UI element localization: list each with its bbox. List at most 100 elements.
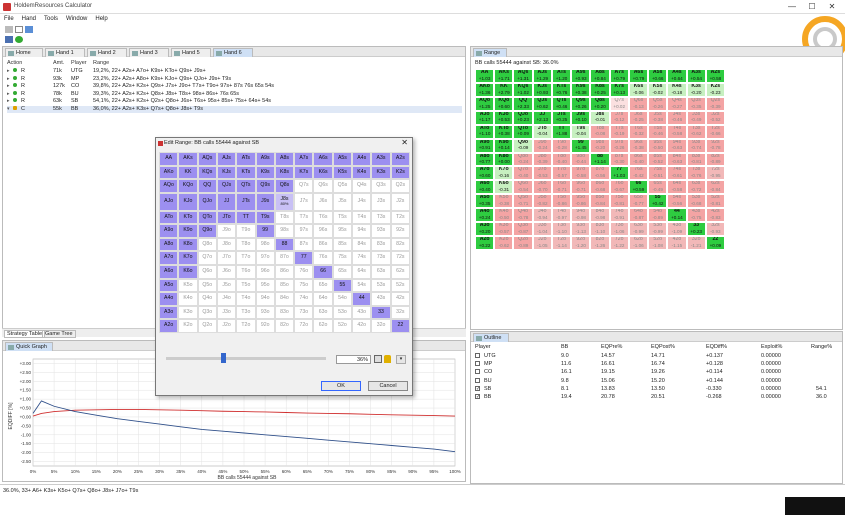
menu-help[interactable]: Help bbox=[95, 14, 107, 24]
range-equity-cell[interactable]: A7s +0.79 bbox=[609, 69, 629, 83]
expand-arrow-icon[interactable]: ▸ bbox=[7, 68, 10, 74]
tab-hand-1[interactable]: Hand 1 bbox=[45, 48, 85, 57]
action-row[interactable]: ▸ R 127k CO 39,8%, 22+ A2s+ K2s+ Q9s+ J7… bbox=[7, 83, 462, 90]
range-cell[interactable]: A9s bbox=[255, 152, 275, 166]
range-cell[interactable]: 42s bbox=[390, 292, 410, 306]
expand-arrow-icon[interactable]: ▾ bbox=[7, 106, 10, 112]
range-cell[interactable]: 83o bbox=[274, 305, 295, 320]
range-equity-cell[interactable]: K7o -0.16 bbox=[494, 166, 514, 181]
range-cell[interactable]: 86o bbox=[274, 265, 295, 279]
range-cell[interactable]: 88 bbox=[274, 237, 295, 252]
range-equity-cell[interactable]: 88 +1.14 bbox=[590, 152, 610, 167]
expand-arrow-icon[interactable]: ▸ bbox=[7, 91, 10, 97]
range-equity-cell[interactable]: 32s -0.93 bbox=[705, 222, 725, 237]
range-equity-cell[interactable]: 64o -0.87 bbox=[628, 208, 649, 223]
range-cell[interactable]: 73s bbox=[371, 251, 391, 266]
range-equity-cell[interactable]: 93o -1.13 bbox=[571, 222, 591, 237]
range-cell[interactable]: J9s bbox=[255, 192, 275, 211]
range-equity-cell[interactable]: K8s +0.25 bbox=[590, 82, 610, 97]
maximize-button[interactable]: ☐ bbox=[806, 2, 818, 12]
range-equity-cell[interactable]: AKs +1.71 bbox=[494, 69, 514, 83]
range-cell[interactable]: T9s bbox=[255, 210, 275, 225]
range-cell[interactable]: 98o bbox=[255, 237, 275, 252]
range-cell[interactable]: Q5o bbox=[197, 278, 217, 293]
range-equity-cell[interactable]: J3s -0.49 bbox=[686, 110, 706, 125]
range-cell[interactable]: 97o bbox=[255, 251, 275, 266]
range-cell[interactable]: K7s bbox=[294, 165, 314, 180]
range-cell[interactable]: Q9o bbox=[197, 224, 217, 238]
player-checkbox[interactable] bbox=[475, 377, 480, 383]
range-equity-cell[interactable]: 84o -0.98 bbox=[590, 208, 610, 223]
range-equity-cell[interactable]: T8o -0.40 bbox=[551, 152, 572, 167]
range-cell[interactable]: K9s bbox=[255, 165, 275, 180]
range-cell[interactable]: J8o bbox=[216, 237, 237, 252]
range-equity-cell[interactable]: J7s -0.12 bbox=[609, 110, 629, 125]
range-cell[interactable]: 44 bbox=[352, 292, 372, 306]
range-cell[interactable]: 52s bbox=[390, 278, 410, 293]
range-cell[interactable]: T5s bbox=[332, 210, 353, 225]
range-cell[interactable]: AA bbox=[159, 152, 179, 166]
range-equity-cell[interactable]: AKo +1.36 bbox=[475, 82, 495, 97]
range-equity-cell[interactable]: 42o -1.15 bbox=[667, 236, 687, 250]
range-equity-cell[interactable]: K9s +0.38 bbox=[571, 82, 591, 97]
range-equity-cell[interactable]: 66 +0.59 bbox=[628, 180, 649, 195]
range-equity-cell[interactable]: J2o -1.05 bbox=[532, 236, 552, 250]
range-equity-cell[interactable]: Q5o -0.71 bbox=[513, 194, 533, 209]
range-equity-cell[interactable]: A9o +0.91 bbox=[475, 138, 495, 153]
range-cell[interactable]: JTo bbox=[216, 210, 237, 225]
range-equity-cell[interactable]: 99 +1.45 bbox=[571, 138, 591, 153]
range-equity-cell[interactable]: 87s -0.30 bbox=[609, 152, 629, 167]
range-equity-cell[interactable]: 75o -0.81 bbox=[609, 194, 629, 209]
range-equity-cell[interactable]: ATo +1.10 bbox=[475, 124, 495, 139]
range-equity-cell[interactable]: 32o -1.21 bbox=[686, 236, 706, 250]
range-equity-cell[interactable]: J2s -0.52 bbox=[705, 110, 725, 125]
range-cell[interactable]: 92s bbox=[390, 224, 410, 238]
range-equity-cell[interactable]: 95s -0.50 bbox=[648, 138, 668, 153]
tab-hand-3[interactable]: Hand 3 bbox=[129, 48, 169, 57]
range-equity-cell[interactable]: Q8s +0.20 bbox=[590, 96, 610, 111]
range-cell[interactable]: Q2s bbox=[390, 179, 410, 193]
action-row[interactable]: ▸ R 78k BU 39,3%, 22+ A2s+ K2s+ Q8s+ J8s… bbox=[7, 90, 462, 98]
tab-hand-6[interactable]: Hand 6 bbox=[213, 48, 253, 57]
range-equity-cell[interactable]: 63s -0.72 bbox=[686, 180, 706, 195]
range-cell[interactable]: K3s bbox=[371, 165, 391, 180]
range-equity-cell[interactable]: A7o +0.60 bbox=[475, 166, 495, 181]
range-equity-cell[interactable]: A4s +0.64 bbox=[667, 69, 687, 83]
range-equity-cell[interactable]: 86s -0.40 bbox=[628, 152, 649, 167]
range-cell[interactable]: A2s bbox=[390, 152, 410, 166]
range-cell[interactable]: K8s bbox=[274, 165, 295, 180]
range-equity-cell[interactable]: 82o -1.26 bbox=[590, 236, 610, 250]
range-equity-cell[interactable]: Q6o -0.54 bbox=[513, 180, 533, 195]
range-cell[interactable]: QJo bbox=[197, 192, 217, 211]
range-equity-cell[interactable]: K3o -0.57 bbox=[494, 222, 514, 237]
range-equity-cell[interactable]: KJs +0.93 bbox=[532, 82, 552, 97]
range-equity-cell[interactable]: Q2s -0.39 bbox=[705, 96, 725, 111]
range-cell[interactable]: 32o bbox=[371, 319, 391, 333]
range-cell[interactable]: 95o bbox=[255, 278, 275, 293]
range-equity-cell[interactable]: 52o -1.08 bbox=[648, 236, 668, 250]
minimize-button[interactable]: — bbox=[786, 2, 798, 12]
range-equity-cell[interactable]: 86o -0.68 bbox=[590, 180, 610, 195]
range-cell[interactable]: Q7o bbox=[197, 251, 217, 266]
range-cell[interactable]: A5s bbox=[332, 152, 353, 166]
range-cell[interactable]: A8o bbox=[159, 237, 179, 252]
range-percent-input[interactable]: 36% bbox=[336, 355, 371, 364]
outline-row[interactable]: MP 11.6 16.61 16.74 +0.128 0.00000 bbox=[471, 361, 841, 369]
range-equity-cell[interactable]: 53o -0.99 bbox=[648, 222, 668, 237]
range-cell[interactable]: 96o bbox=[255, 265, 275, 279]
range-cell[interactable]: 62s bbox=[390, 265, 410, 279]
range-equity-cell[interactable]: J9s +0.10 bbox=[571, 110, 591, 125]
range-cell[interactable]: 65o bbox=[313, 278, 333, 293]
range-equity-cell[interactable]: 73o -1.06 bbox=[609, 222, 629, 237]
dialog-close-button[interactable]: ✕ bbox=[401, 138, 408, 147]
outline-row[interactable]: UTG 9.0 14.57 14.71 +0.137 0.00000 bbox=[471, 353, 841, 361]
range-equity-cell[interactable]: T7o -0.57 bbox=[551, 166, 572, 181]
range-cell[interactable]: 85o bbox=[274, 278, 295, 293]
range-equity-cell[interactable]: 97s -0.26 bbox=[609, 138, 629, 153]
range-equity-cell[interactable]: 95o -0.86 bbox=[571, 194, 591, 209]
range-cell[interactable]: 72o bbox=[294, 319, 314, 333]
range-equity-cell[interactable]: 65o -0.77 bbox=[628, 194, 649, 209]
range-cell[interactable]: 22 bbox=[390, 319, 410, 333]
expand-arrow-icon[interactable]: ▸ bbox=[7, 98, 10, 104]
menu-file[interactable]: File bbox=[4, 14, 14, 24]
